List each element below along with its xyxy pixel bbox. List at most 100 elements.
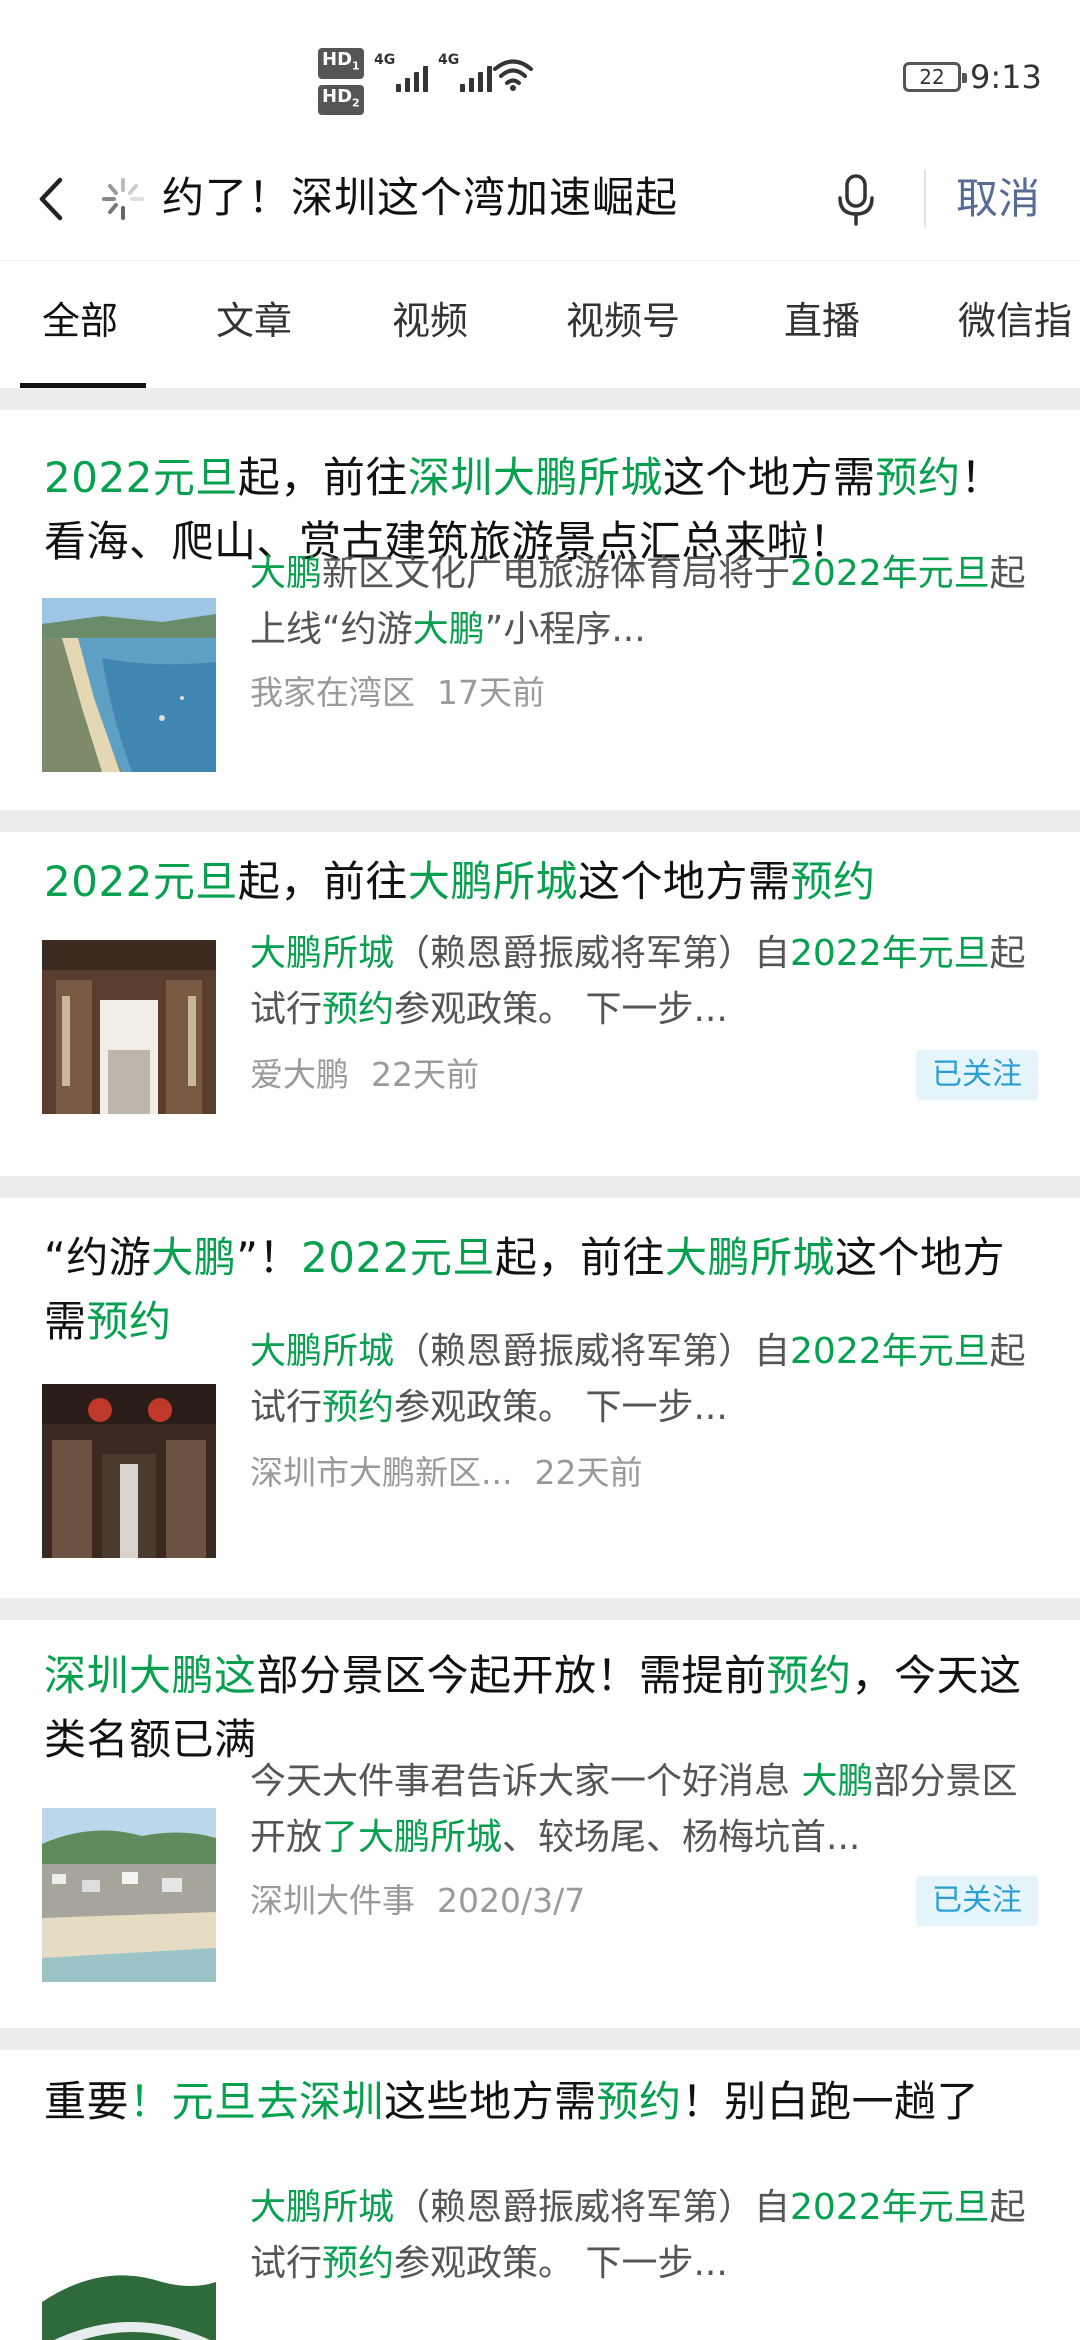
text-segment: 新区文化广电旅游体育局将于 bbox=[322, 553, 791, 594]
highlighted-keyword: 大鹏所城 bbox=[250, 1331, 395, 1372]
loading-spinner-icon bbox=[102, 178, 144, 220]
highlighted-keyword: 2022年元旦 bbox=[790, 553, 990, 594]
followed-badge: 已关注 bbox=[916, 1876, 1038, 1926]
result-thumbnail[interactable] bbox=[42, 1808, 216, 1982]
highlighted-keyword: 深圳大鹏所城 bbox=[407, 453, 663, 502]
result-title[interactable]: 2022元旦起，前往大鹏所城这个地方需预约 bbox=[44, 850, 1040, 914]
hd2-badge: HD2 bbox=[318, 84, 364, 116]
text-segment: 起，前往 bbox=[494, 1233, 665, 1282]
result-card[interactable]: 2022元旦起，前往大鹏所城这个地方需预约 大鹏所城（赖恩爵振威将军第）自202… bbox=[0, 832, 1080, 1176]
text-segment: ”小程序... bbox=[484, 609, 646, 650]
microphone-icon[interactable] bbox=[832, 166, 880, 232]
text-segment: 重要 bbox=[44, 2077, 130, 2126]
highlighted-keyword: 预约 bbox=[86, 1297, 172, 1346]
search-query-text: 约了！深圳这个湾加速崛起 bbox=[162, 173, 679, 222]
result-thumbnail[interactable] bbox=[42, 2242, 216, 2340]
back-arrow-icon[interactable] bbox=[30, 166, 78, 232]
highlighted-keyword: 预约 bbox=[596, 2077, 682, 2126]
highlighted-keyword: 2022年元旦 bbox=[790, 933, 990, 974]
text-segment: 起，前往 bbox=[237, 857, 408, 906]
tab-all[interactable]: 全部 bbox=[42, 291, 118, 351]
divider bbox=[0, 1176, 1080, 1198]
result-title[interactable]: 重要！元旦去深圳这些地方需预约！别白跑一趟了 bbox=[44, 2070, 1040, 2134]
highlighted-keyword: 大鹏所城 bbox=[664, 1233, 835, 1282]
highlighted-keyword: 预约 bbox=[322, 2243, 395, 2284]
result-description: 今天大件事君告诉大家一个好消息 大鹏部分景区开放了大鹏所城、较场尾、杨梅坑首..… bbox=[250, 1754, 1040, 1866]
text-segment: 参观政策。 下一步... bbox=[394, 989, 728, 1030]
result-source[interactable]: 爱大鹏 bbox=[250, 1055, 349, 1094]
highlighted-keyword: 2022元旦 bbox=[44, 453, 238, 502]
highlighted-keyword: 2022年元旦 bbox=[790, 1331, 990, 1372]
text-segment: “约游 bbox=[44, 1233, 152, 1282]
tab-articles[interactable]: 文章 bbox=[216, 291, 292, 351]
dual-sim-indicator: HD1 HD2 bbox=[318, 48, 368, 121]
result-description: 大鹏所城（赖恩爵振威将军第）自2022年元旦起试行预约参观政策。 下一步... bbox=[250, 1324, 1040, 1436]
divider bbox=[0, 810, 1080, 832]
divider bbox=[0, 388, 1080, 410]
text-segment: 参观政策。 下一步... bbox=[394, 1387, 728, 1428]
result-card[interactable]: 重要！元旦去深圳这些地方需预约！别白跑一趟了 大鹏所城（赖恩爵振威将军第）自20… bbox=[0, 2050, 1080, 2340]
result-meta: 深圳大件事 2020/3/7 bbox=[250, 1876, 585, 1926]
result-card[interactable]: “约游大鹏”！2022元旦起，前往大鹏所城这个地方需预约 大鹏所城（赖恩爵振威将… bbox=[0, 1198, 1080, 1598]
battery-icon: 22 bbox=[903, 62, 967, 92]
tab-wechat-index[interactable]: 微信指 bbox=[958, 291, 1072, 351]
highlighted-keyword: 大鹏 bbox=[250, 553, 323, 594]
result-time: 22天前 bbox=[371, 1055, 479, 1094]
status-bar: HD1 HD2 4G 4G 22 9:13 bbox=[0, 0, 1080, 140]
result-card[interactable]: 2022元旦起，前往深圳大鹏所城这个地方需预约！看海、爬山、赏古建筑旅游景点汇总… bbox=[0, 410, 1080, 810]
highlighted-keyword: 深圳大鹏这 bbox=[44, 1651, 257, 1700]
tab-live[interactable]: 直播 bbox=[784, 291, 860, 351]
battery-level: 22 bbox=[919, 65, 945, 89]
highlighted-keyword: 大鹏所城 bbox=[250, 933, 395, 974]
gate-photo-icon bbox=[42, 940, 216, 1114]
network-type-2: 4G bbox=[438, 52, 460, 68]
text-segment: 参观政策。 下一步... bbox=[394, 2243, 728, 2284]
text-segment: 这个地方需 bbox=[662, 453, 876, 502]
result-source[interactable]: 深圳市大鹏新区... bbox=[250, 1453, 512, 1492]
highlighted-keyword: 预约 bbox=[322, 989, 395, 1030]
tab-channels[interactable]: 视频号 bbox=[566, 291, 680, 351]
beach-town-photo-icon bbox=[42, 1808, 216, 1982]
highlighted-keyword: 预约 bbox=[766, 1651, 852, 1700]
result-description: 大鹏所城（赖恩爵振威将军第）自2022年元旦起试行预约参观政策。 下一步... bbox=[250, 2180, 1040, 2292]
clock: 9:13 bbox=[970, 58, 1042, 96]
text-segment: （赖恩爵振威将军第）自 bbox=[394, 933, 791, 974]
highlighted-keyword: ！元旦去深圳 bbox=[129, 2077, 385, 2126]
coastline-photo-icon bbox=[42, 598, 216, 772]
highlighted-keyword: 大鹏所城 bbox=[407, 857, 578, 906]
search-divider bbox=[924, 170, 926, 228]
text-segment: （赖恩爵振威将军第）自 bbox=[394, 2187, 791, 2228]
result-description: 大鹏所城（赖恩爵振威将军第）自2022年元旦起试行预约参观政策。 下一步... bbox=[250, 926, 1040, 1038]
hd1-badge: HD1 bbox=[318, 48, 364, 79]
result-meta: 深圳市大鹏新区... 22天前 bbox=[250, 1448, 642, 1498]
tab-videos[interactable]: 视频 bbox=[392, 291, 468, 351]
result-thumbnail[interactable] bbox=[42, 940, 216, 1114]
divider bbox=[0, 2028, 1080, 2050]
highlighted-keyword: 大鹏 bbox=[151, 1233, 237, 1282]
result-source[interactable]: 深圳大件事 bbox=[250, 1881, 415, 1920]
tab-bar: 全部 文章 视频 视频号 直播 微信指 bbox=[0, 260, 1080, 388]
search-input[interactable]: 约了！深圳这个湾加速崛起 bbox=[100, 166, 720, 232]
result-title[interactable]: 深圳大鹏这部分景区今起开放！需提前预约，今天这类名额已满 bbox=[44, 1644, 1040, 1772]
text-segment: ”！ bbox=[236, 1233, 302, 1282]
text-segment: 这些地方需 bbox=[384, 2077, 597, 2126]
text-segment: 今天大件事君告诉大家一个好消息 bbox=[250, 1761, 802, 1802]
result-time: 17天前 bbox=[437, 673, 545, 712]
result-thumbnail[interactable] bbox=[42, 598, 216, 772]
result-meta: 爱大鹏 22天前 bbox=[250, 1050, 479, 1100]
text-segment: ！别白跑一趟了 bbox=[681, 2077, 980, 2126]
highlighted-keyword: 预约 bbox=[322, 1387, 395, 1428]
result-source[interactable]: 我家在湾区 bbox=[250, 673, 415, 712]
followed-badge: 已关注 bbox=[916, 1050, 1038, 1100]
text-segment: 起，前往 bbox=[237, 453, 408, 502]
cancel-button[interactable]: 取消 bbox=[956, 164, 1040, 234]
highlighted-keyword: 了大鹏所城 bbox=[322, 1817, 503, 1858]
text-segment: 、较场尾、杨梅坑首... bbox=[502, 1817, 861, 1858]
result-card[interactable]: 深圳大鹏这部分景区今起开放！需提前预约，今天这类名额已满 今天大件事君告诉大家一… bbox=[0, 1620, 1080, 2028]
highlighted-keyword: 2022元旦 bbox=[301, 1233, 495, 1282]
result-thumbnail[interactable] bbox=[42, 1384, 216, 1558]
text-segment: 这个地方需 bbox=[577, 857, 791, 906]
wifi-icon bbox=[493, 59, 533, 91]
search-results-list: 2022元旦起，前往深圳大鹏所城这个地方需预约！看海、爬山、赏古建筑旅游景点汇总… bbox=[0, 388, 1080, 2340]
network-type-1: 4G bbox=[374, 52, 396, 68]
